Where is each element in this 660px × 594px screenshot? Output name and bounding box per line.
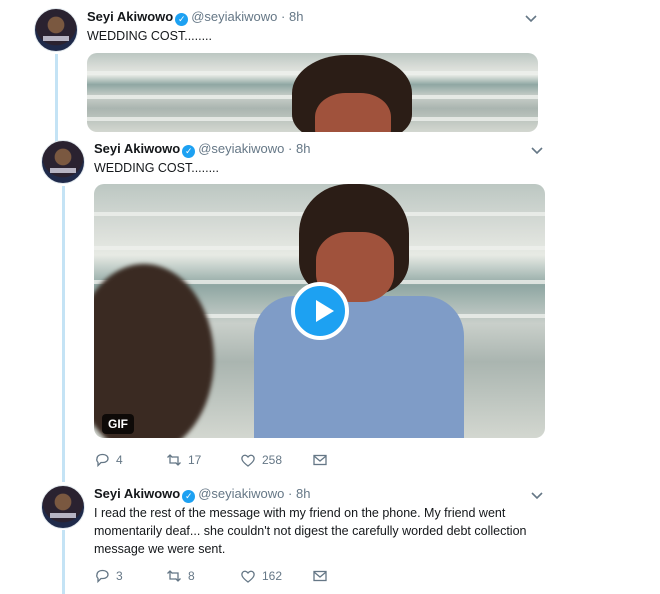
chevron-down-icon[interactable] bbox=[530, 143, 544, 157]
gif-badge: GIF bbox=[102, 414, 134, 434]
tweet-time[interactable]: 8h bbox=[296, 486, 310, 501]
like-button[interactable]: 258 bbox=[240, 452, 282, 468]
envelope-icon bbox=[313, 570, 327, 582]
avatar[interactable] bbox=[41, 485, 85, 529]
tweet-header: Seyi Akiwowo ✓ @seyiakiwowo · 8h bbox=[94, 486, 311, 503]
tweet-actions: 4 17 258 bbox=[94, 452, 394, 472]
reply-button[interactable]: 4 bbox=[94, 452, 123, 468]
dm-button[interactable] bbox=[312, 452, 328, 468]
retweet-button[interactable]: 17 bbox=[166, 452, 201, 468]
chevron-down-icon[interactable] bbox=[530, 488, 544, 502]
author-name[interactable]: Seyi Akiwowo bbox=[94, 141, 180, 156]
heart-icon bbox=[241, 454, 255, 467]
retweet-icon bbox=[167, 454, 181, 466]
tweet-header: Seyi Akiwowo ✓ @seyiakiwowo · 8h bbox=[87, 9, 304, 26]
verified-icon: ✓ bbox=[182, 490, 196, 503]
gif-media[interactable]: GIF bbox=[94, 184, 545, 438]
thread-line bbox=[62, 530, 65, 594]
author-name[interactable]: Seyi Akiwowo bbox=[94, 486, 180, 501]
author-handle[interactable]: @seyiakiwowo bbox=[198, 141, 284, 156]
dm-button[interactable] bbox=[312, 568, 328, 584]
retweet-count: 8 bbox=[188, 569, 195, 583]
author-handle[interactable]: @seyiakiwowo bbox=[191, 9, 277, 24]
tweet-text: WEDDING COST........ bbox=[94, 161, 220, 175]
retweet-button[interactable]: 8 bbox=[166, 568, 195, 584]
avatar[interactable] bbox=[41, 140, 85, 184]
heart-icon bbox=[241, 570, 255, 583]
reply-icon bbox=[96, 453, 109, 468]
like-button[interactable]: 162 bbox=[240, 568, 282, 584]
thread-line bbox=[55, 54, 58, 142]
tweet-header: Seyi Akiwowo ✓ @seyiakiwowo · 8h bbox=[94, 141, 311, 158]
thread-line bbox=[62, 186, 65, 482]
tweet-text: WEDDING COST........ bbox=[87, 29, 213, 43]
reply-icon bbox=[96, 569, 109, 584]
author-name[interactable]: Seyi Akiwowo bbox=[87, 9, 173, 24]
tweet-actions: 3 8 162 bbox=[94, 568, 394, 588]
reply-count: 4 bbox=[116, 453, 123, 467]
verified-icon: ✓ bbox=[175, 13, 189, 26]
reply-count: 3 bbox=[116, 569, 123, 583]
like-count: 258 bbox=[262, 453, 283, 467]
retweet-icon bbox=[167, 570, 181, 582]
retweet-count: 17 bbox=[188, 453, 202, 467]
like-count: 162 bbox=[262, 569, 283, 583]
gif-media[interactable] bbox=[87, 53, 538, 132]
verified-icon: ✓ bbox=[182, 145, 196, 158]
play-icon[interactable] bbox=[291, 282, 349, 340]
reply-button[interactable]: 3 bbox=[94, 568, 123, 584]
avatar[interactable] bbox=[34, 8, 78, 52]
author-handle[interactable]: @seyiakiwowo bbox=[198, 486, 284, 501]
tweet-text: I read the rest of the message with my f… bbox=[94, 506, 527, 556]
tweet-time[interactable]: 8h bbox=[289, 9, 303, 24]
tweet-time[interactable]: 8h bbox=[296, 141, 310, 156]
chevron-down-icon[interactable] bbox=[524, 11, 538, 25]
envelope-icon bbox=[313, 454, 327, 466]
